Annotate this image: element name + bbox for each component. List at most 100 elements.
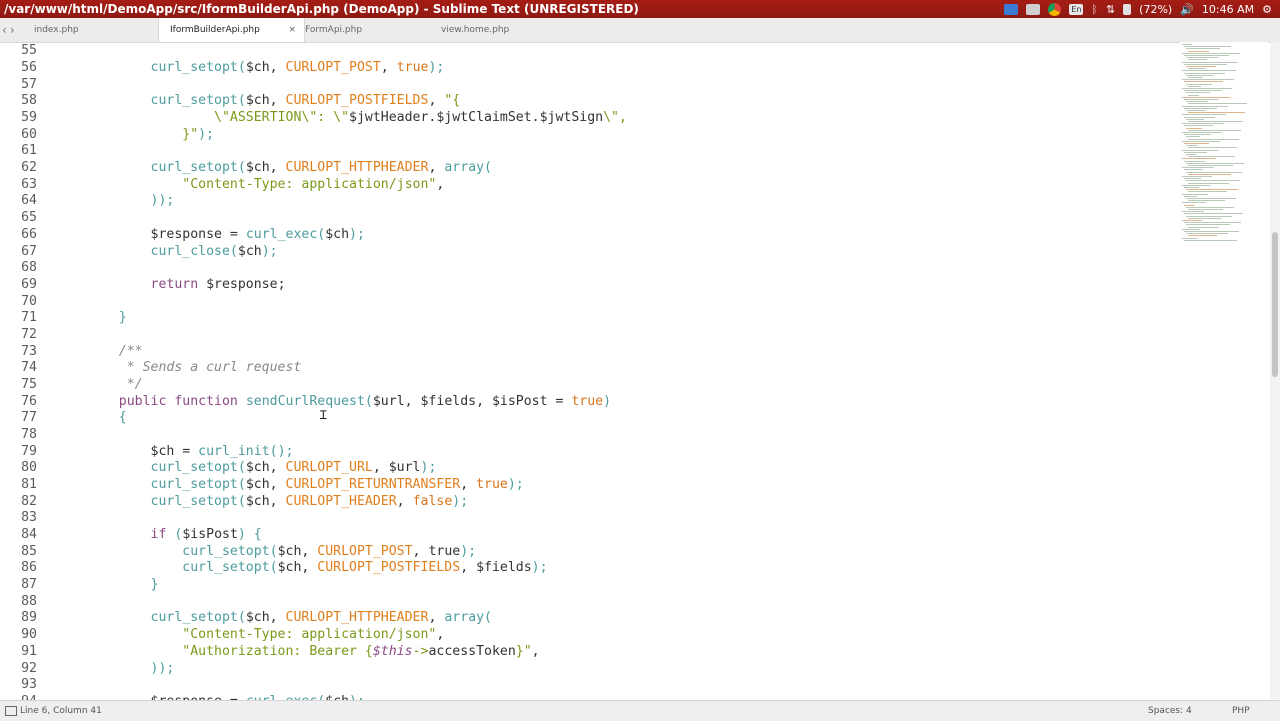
code-text: * Sends a curl request bbox=[37, 360, 302, 375]
code-token: CURLOPT_HTTPHEADER bbox=[285, 160, 429, 176]
code-line[interactable]: 86 curl_setopt($ch, CURLOPT_POSTFIELDS, … bbox=[0, 560, 547, 577]
keyboard-icon[interactable] bbox=[1026, 3, 1041, 15]
power-icon[interactable]: ⚙ bbox=[1262, 2, 1272, 16]
close-icon[interactable]: × bbox=[288, 18, 296, 42]
line-number: 56 bbox=[21, 60, 37, 76]
code-line[interactable]: 68 bbox=[0, 259, 87, 276]
code-line[interactable]: 72 bbox=[0, 326, 87, 343]
tab-view-home-php[interactable]: view.home.php bbox=[441, 18, 561, 42]
code-line[interactable]: 75 */ bbox=[0, 376, 142, 393]
code-line[interactable]: 87 } bbox=[0, 576, 158, 593]
volume-icon[interactable]: 🔊 bbox=[1180, 2, 1194, 16]
code-line[interactable]: 63 "Content-Type: application/json", bbox=[0, 176, 444, 193]
minimap-line bbox=[1182, 105, 1228, 107]
dropbox-icon[interactable] bbox=[1004, 3, 1019, 15]
code-text: "Content-Type: application/json", bbox=[37, 627, 444, 642]
code-line[interactable]: 57 bbox=[0, 76, 87, 93]
code-line[interactable]: 77 { bbox=[0, 409, 127, 426]
code-line[interactable]: 82 curl_setopt($ch, CURLOPT_HEADER, fals… bbox=[0, 493, 468, 510]
code-line[interactable]: 79 $ch = curl_init(); bbox=[0, 443, 293, 460]
code-line[interactable]: 55 bbox=[0, 43, 87, 60]
minimap[interactable] bbox=[1180, 42, 1268, 700]
code-line[interactable]: 85 curl_setopt($ch, CURLOPT_POST, true); bbox=[0, 543, 476, 560]
code-line[interactable]: 80 curl_setopt($ch, CURLOPT_URL, $url); bbox=[0, 460, 436, 477]
indentation-setting[interactable]: Spaces: 4 bbox=[1148, 706, 1192, 716]
code-line[interactable]: 81 curl_setopt($ch, CURLOPT_RETURNTRANSF… bbox=[0, 476, 524, 493]
code-line[interactable]: 89 curl_setopt($ch, CURLOPT_HTTPHEADER, … bbox=[0, 610, 492, 627]
line-number: 74 bbox=[21, 360, 37, 376]
code-line[interactable]: 88 bbox=[0, 593, 87, 610]
code-line[interactable]: 93 bbox=[0, 676, 87, 693]
minimap-line bbox=[1184, 107, 1217, 109]
tab-iformbuilderapi-php[interactable]: IformBuilderApi.php × bbox=[158, 18, 305, 42]
line-number: 91 bbox=[21, 643, 37, 659]
code-token: CURLOPT_HTTPHEADER bbox=[285, 610, 429, 626]
code-line[interactable]: 69 return $response; bbox=[0, 276, 285, 293]
code-line[interactable]: 59 \"ASSERTION\": \"$jwtHeader.$jwtClaim… bbox=[0, 109, 627, 126]
code-line[interactable]: 83 bbox=[0, 510, 87, 527]
minimap-line bbox=[1184, 63, 1227, 65]
code-token: , bbox=[531, 643, 540, 659]
code-line[interactable]: 67 curl_close($ch); bbox=[0, 243, 277, 260]
tab-nav: ‹ › bbox=[2, 18, 15, 42]
syntax-selector[interactable]: PHP bbox=[1232, 706, 1250, 716]
code-line[interactable]: 62 curl_setopt($ch, CURLOPT_HTTPHEADER, … bbox=[0, 159, 492, 176]
code-line[interactable]: 76 public function sendCurlRequest($url,… bbox=[0, 393, 611, 410]
scrollbar-thumb[interactable] bbox=[1272, 232, 1278, 377]
minimap-line bbox=[1186, 224, 1230, 226]
panel-toggle-icon[interactable] bbox=[5, 706, 17, 716]
network-icon[interactable]: ⇅ bbox=[1106, 2, 1115, 16]
minimap-line bbox=[1186, 189, 1238, 191]
tab-formapi-php[interactable]: FormApi.php bbox=[305, 18, 425, 42]
code-line[interactable]: 65 bbox=[0, 209, 87, 226]
chrome-icon[interactable] bbox=[1048, 2, 1062, 16]
tab-index-php[interactable]: index.php bbox=[34, 18, 154, 42]
line-number: 89 bbox=[21, 610, 37, 626]
code-line[interactable]: 91 "Authorization: Bearer {$this->access… bbox=[0, 643, 540, 660]
line-number: 78 bbox=[21, 426, 37, 442]
code-editor[interactable]: 55 56 curl_setopt($ch, CURLOPT_POST, true… bbox=[0, 42, 1180, 700]
code-line[interactable]: 61 bbox=[0, 143, 87, 160]
code-line[interactable]: 70 bbox=[0, 293, 87, 310]
code-line[interactable]: 66 $response = curl_exec($ch); bbox=[0, 226, 365, 243]
code-line[interactable]: 74 * Sends a curl request bbox=[0, 359, 301, 376]
code-token: curl_setopt( bbox=[150, 460, 246, 476]
code-line[interactable]: 90 "Content-Type: application/json", bbox=[0, 626, 444, 643]
chevron-right-icon[interactable]: › bbox=[10, 23, 15, 37]
code-line[interactable]: 78 bbox=[0, 426, 87, 443]
minimap-line bbox=[1186, 127, 1202, 129]
code-line[interactable]: 56 curl_setopt($ch, CURLOPT_POST, true); bbox=[0, 59, 444, 76]
battery-icon[interactable] bbox=[1123, 3, 1132, 15]
minimap-line bbox=[1184, 178, 1201, 180]
code-line[interactable]: 64 )); bbox=[0, 193, 174, 210]
line-number: 73 bbox=[21, 343, 37, 359]
minimap-line bbox=[1184, 134, 1211, 136]
line-number: 57 bbox=[21, 76, 37, 92]
code-line[interactable]: 73 /** bbox=[0, 343, 142, 360]
minimap-line bbox=[1188, 94, 1199, 96]
line-number: 55 bbox=[21, 43, 37, 59]
code-token: $ch, bbox=[277, 543, 318, 559]
code-line[interactable]: 92 )); bbox=[0, 660, 174, 677]
code-line[interactable]: 58 curl_setopt($ch, CURLOPT_POSTFIELDS, … bbox=[0, 93, 460, 110]
minimap-line bbox=[1188, 138, 1239, 140]
code-token: CURLOPT_RETURNTRANSFER bbox=[285, 477, 461, 493]
vertical-scrollbar[interactable] bbox=[1270, 42, 1280, 700]
code-line[interactable]: 71 } bbox=[0, 309, 127, 326]
minimap-line bbox=[1186, 162, 1244, 164]
line-number: 68 bbox=[21, 260, 37, 276]
system-indicators: En ᛒ ⇅ (72%) 🔊 10:46 AM ⚙ bbox=[1004, 0, 1280, 18]
code-token: $this bbox=[372, 643, 413, 659]
minimap-line bbox=[1182, 167, 1214, 169]
bluetooth-icon[interactable]: ᛒ bbox=[1091, 2, 1098, 16]
minimap-line bbox=[1182, 193, 1208, 195]
chevron-left-icon[interactable]: ‹ bbox=[2, 23, 7, 37]
code-line[interactable]: 60 }"); bbox=[0, 126, 214, 143]
code-line[interactable]: 84 if ($isPost) { bbox=[0, 526, 262, 543]
code-text: curl_setopt($ch, CURLOPT_HEADER, false); bbox=[37, 494, 469, 509]
code-line[interactable]: 94 $response = curl_exec($ch); bbox=[0, 693, 365, 700]
language-icon[interactable]: En bbox=[1069, 3, 1084, 15]
clock[interactable]: 10:46 AM bbox=[1202, 3, 1254, 16]
